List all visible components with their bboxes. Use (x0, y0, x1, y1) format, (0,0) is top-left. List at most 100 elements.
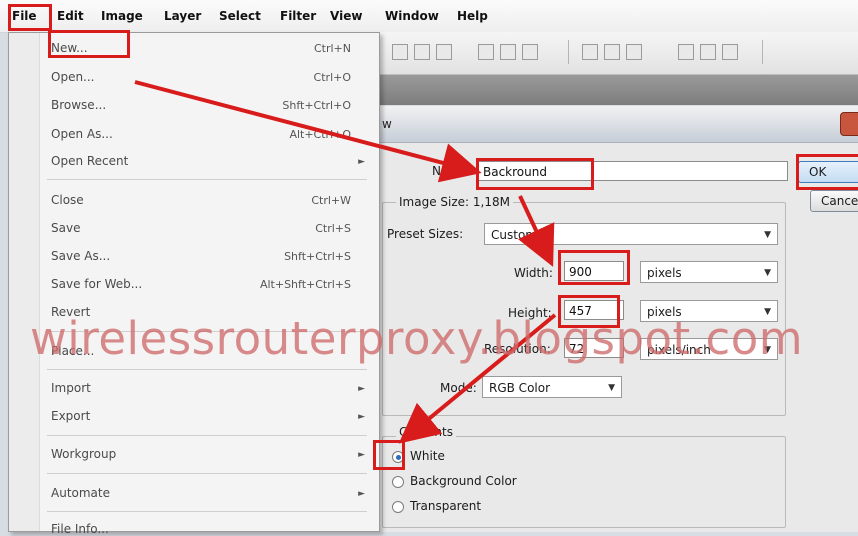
distribute-buttons-2[interactable] (678, 44, 738, 60)
align-top-icon[interactable] (392, 44, 408, 60)
resolution-label: Resolution: (484, 342, 551, 356)
cancel-button[interactable]: Cancel (810, 190, 858, 212)
submenu-arrow-icon: ► (358, 412, 365, 422)
chevron-down-icon: ▼ (608, 383, 615, 393)
ok-button[interactable]: OK (798, 161, 858, 183)
submenu-arrow-icon: ► (358, 450, 365, 460)
menu-separator (47, 331, 367, 332)
menu-item-workgroup[interactable]: Workgroup (51, 447, 116, 461)
align-bottom-icon[interactable] (436, 44, 452, 60)
shortcut-new: Ctrl+N (313, 42, 351, 55)
menu-item-new[interactable]: New... (51, 41, 88, 55)
height-unit-select[interactable]: pixels ▼ (640, 300, 778, 322)
options-toolbar (378, 32, 858, 75)
menu-item-save[interactable]: Save (51, 221, 80, 235)
menu-help[interactable]: Help (457, 9, 488, 23)
menu-filter[interactable]: Filter (280, 9, 316, 23)
menu-edit[interactable]: Edit (57, 9, 84, 23)
menu-item-place[interactable]: Place... (51, 344, 94, 358)
chevron-down-icon: ▼ (764, 307, 771, 317)
menu-item-save-for-web[interactable]: Save for Web... (51, 277, 142, 291)
chevron-down-icon: ▼ (764, 268, 771, 278)
menu-item-open-as[interactable]: Open As... (51, 127, 113, 141)
width-unit-select[interactable]: pixels ▼ (640, 261, 778, 283)
menu-select[interactable]: Select (219, 9, 261, 23)
height-field[interactable]: 457 (564, 300, 624, 320)
resolution-unit-value: pixels/inch (647, 343, 711, 357)
transparent-option-label: Transparent (410, 499, 482, 513)
menu-separator (47, 435, 367, 436)
menu-item-revert[interactable]: Revert (51, 305, 90, 319)
align-left-icon[interactable] (478, 44, 494, 60)
menu-item-close[interactable]: Close (51, 193, 84, 207)
menu-file[interactable]: File (12, 9, 37, 23)
mode-select[interactable]: RGB Color ▼ (482, 376, 622, 398)
distribute-top-icon[interactable] (582, 44, 598, 60)
menu-separator (47, 511, 367, 512)
width-field[interactable]: 900 (564, 261, 624, 281)
preset-sizes-value: Custom (491, 228, 537, 242)
menu-item-open[interactable]: Open... (51, 70, 95, 84)
white-option-label: White (410, 449, 445, 463)
new-document-dialog: w Name: Backround OK Cancel Image Size: … (378, 106, 858, 532)
distribute-left-icon[interactable] (678, 44, 694, 60)
menu-item-file-info[interactable]: File Info... (51, 522, 109, 536)
toolbar-divider (568, 40, 569, 64)
white-radio[interactable] (392, 451, 404, 463)
shortcut-save-for-web: Alt+Shft+Ctrl+S (259, 278, 351, 291)
menu-item-open-recent[interactable]: Open Recent (51, 154, 128, 168)
document-area-strip (378, 75, 858, 105)
menu-separator (47, 473, 367, 474)
mode-label: Mode: (440, 381, 477, 395)
menu-separator (47, 179, 367, 180)
chevron-down-icon: ▼ (764, 345, 771, 355)
width-label: Width: (514, 266, 553, 280)
menu-image[interactable]: Image (101, 9, 143, 23)
menu-item-automate[interactable]: Automate (51, 486, 110, 500)
close-icon[interactable] (840, 112, 858, 136)
menu-item-save-as[interactable]: Save As... (51, 249, 110, 263)
submenu-arrow-icon: ► (358, 489, 365, 499)
shortcut-save: Ctrl+S (315, 222, 351, 235)
preset-sizes-select[interactable]: Custom ▼ (484, 223, 778, 245)
name-label: Name: (432, 164, 472, 178)
transparent-radio[interactable] (392, 501, 404, 513)
align-middle-icon[interactable] (414, 44, 430, 60)
align-buttons-2[interactable] (478, 44, 538, 60)
toolbar-divider (762, 40, 763, 64)
image-size-label: Image Size: 1,18M (396, 195, 513, 209)
menu-item-browse[interactable]: Browse... (51, 98, 106, 112)
preset-sizes-label: Preset Sizes: (387, 227, 464, 241)
dialog-title-bar: w (378, 106, 858, 143)
resolution-unit-select[interactable]: pixels/inch ▼ (640, 338, 778, 360)
name-field[interactable]: Backround (478, 161, 788, 181)
menu-window[interactable]: Window (385, 9, 439, 23)
shortcut-save-as: Shft+Ctrl+S (284, 250, 351, 263)
chevron-down-icon: ▼ (764, 230, 771, 240)
submenu-arrow-icon: ► (358, 157, 365, 167)
menu-separator (47, 369, 367, 370)
menu-view[interactable]: View (330, 9, 362, 23)
menu-item-export[interactable]: Export (51, 409, 90, 423)
shortcut-close: Ctrl+W (311, 194, 351, 207)
distribute-right-icon[interactable] (722, 44, 738, 60)
resolution-field[interactable]: 72 (564, 338, 624, 358)
shortcut-open-as: Alt+Ctrl+O (289, 128, 351, 141)
height-unit-value: pixels (647, 305, 682, 319)
background-color-option-label: Background Color (410, 474, 517, 488)
height-label: Height: (508, 306, 552, 320)
align-right-icon[interactable] (522, 44, 538, 60)
menu-layer[interactable]: Layer (164, 9, 201, 23)
contents-label: Contents (396, 425, 456, 439)
align-center-icon[interactable] (500, 44, 516, 60)
distribute-center-icon[interactable] (700, 44, 716, 60)
background-color-radio[interactable] (392, 476, 404, 488)
file-menu-dropdown: New... Ctrl+N Open... Ctrl+O Browse... S… (8, 32, 380, 536)
align-buttons[interactable] (392, 44, 452, 60)
distribute-buttons[interactable] (582, 44, 642, 60)
menu-bar: File Edit Image Layer Select Filter View… (0, 0, 858, 33)
mode-value: RGB Color (489, 381, 551, 395)
menu-item-import[interactable]: Import (51, 381, 91, 395)
distribute-bottom-icon[interactable] (626, 44, 642, 60)
distribute-middle-icon[interactable] (604, 44, 620, 60)
